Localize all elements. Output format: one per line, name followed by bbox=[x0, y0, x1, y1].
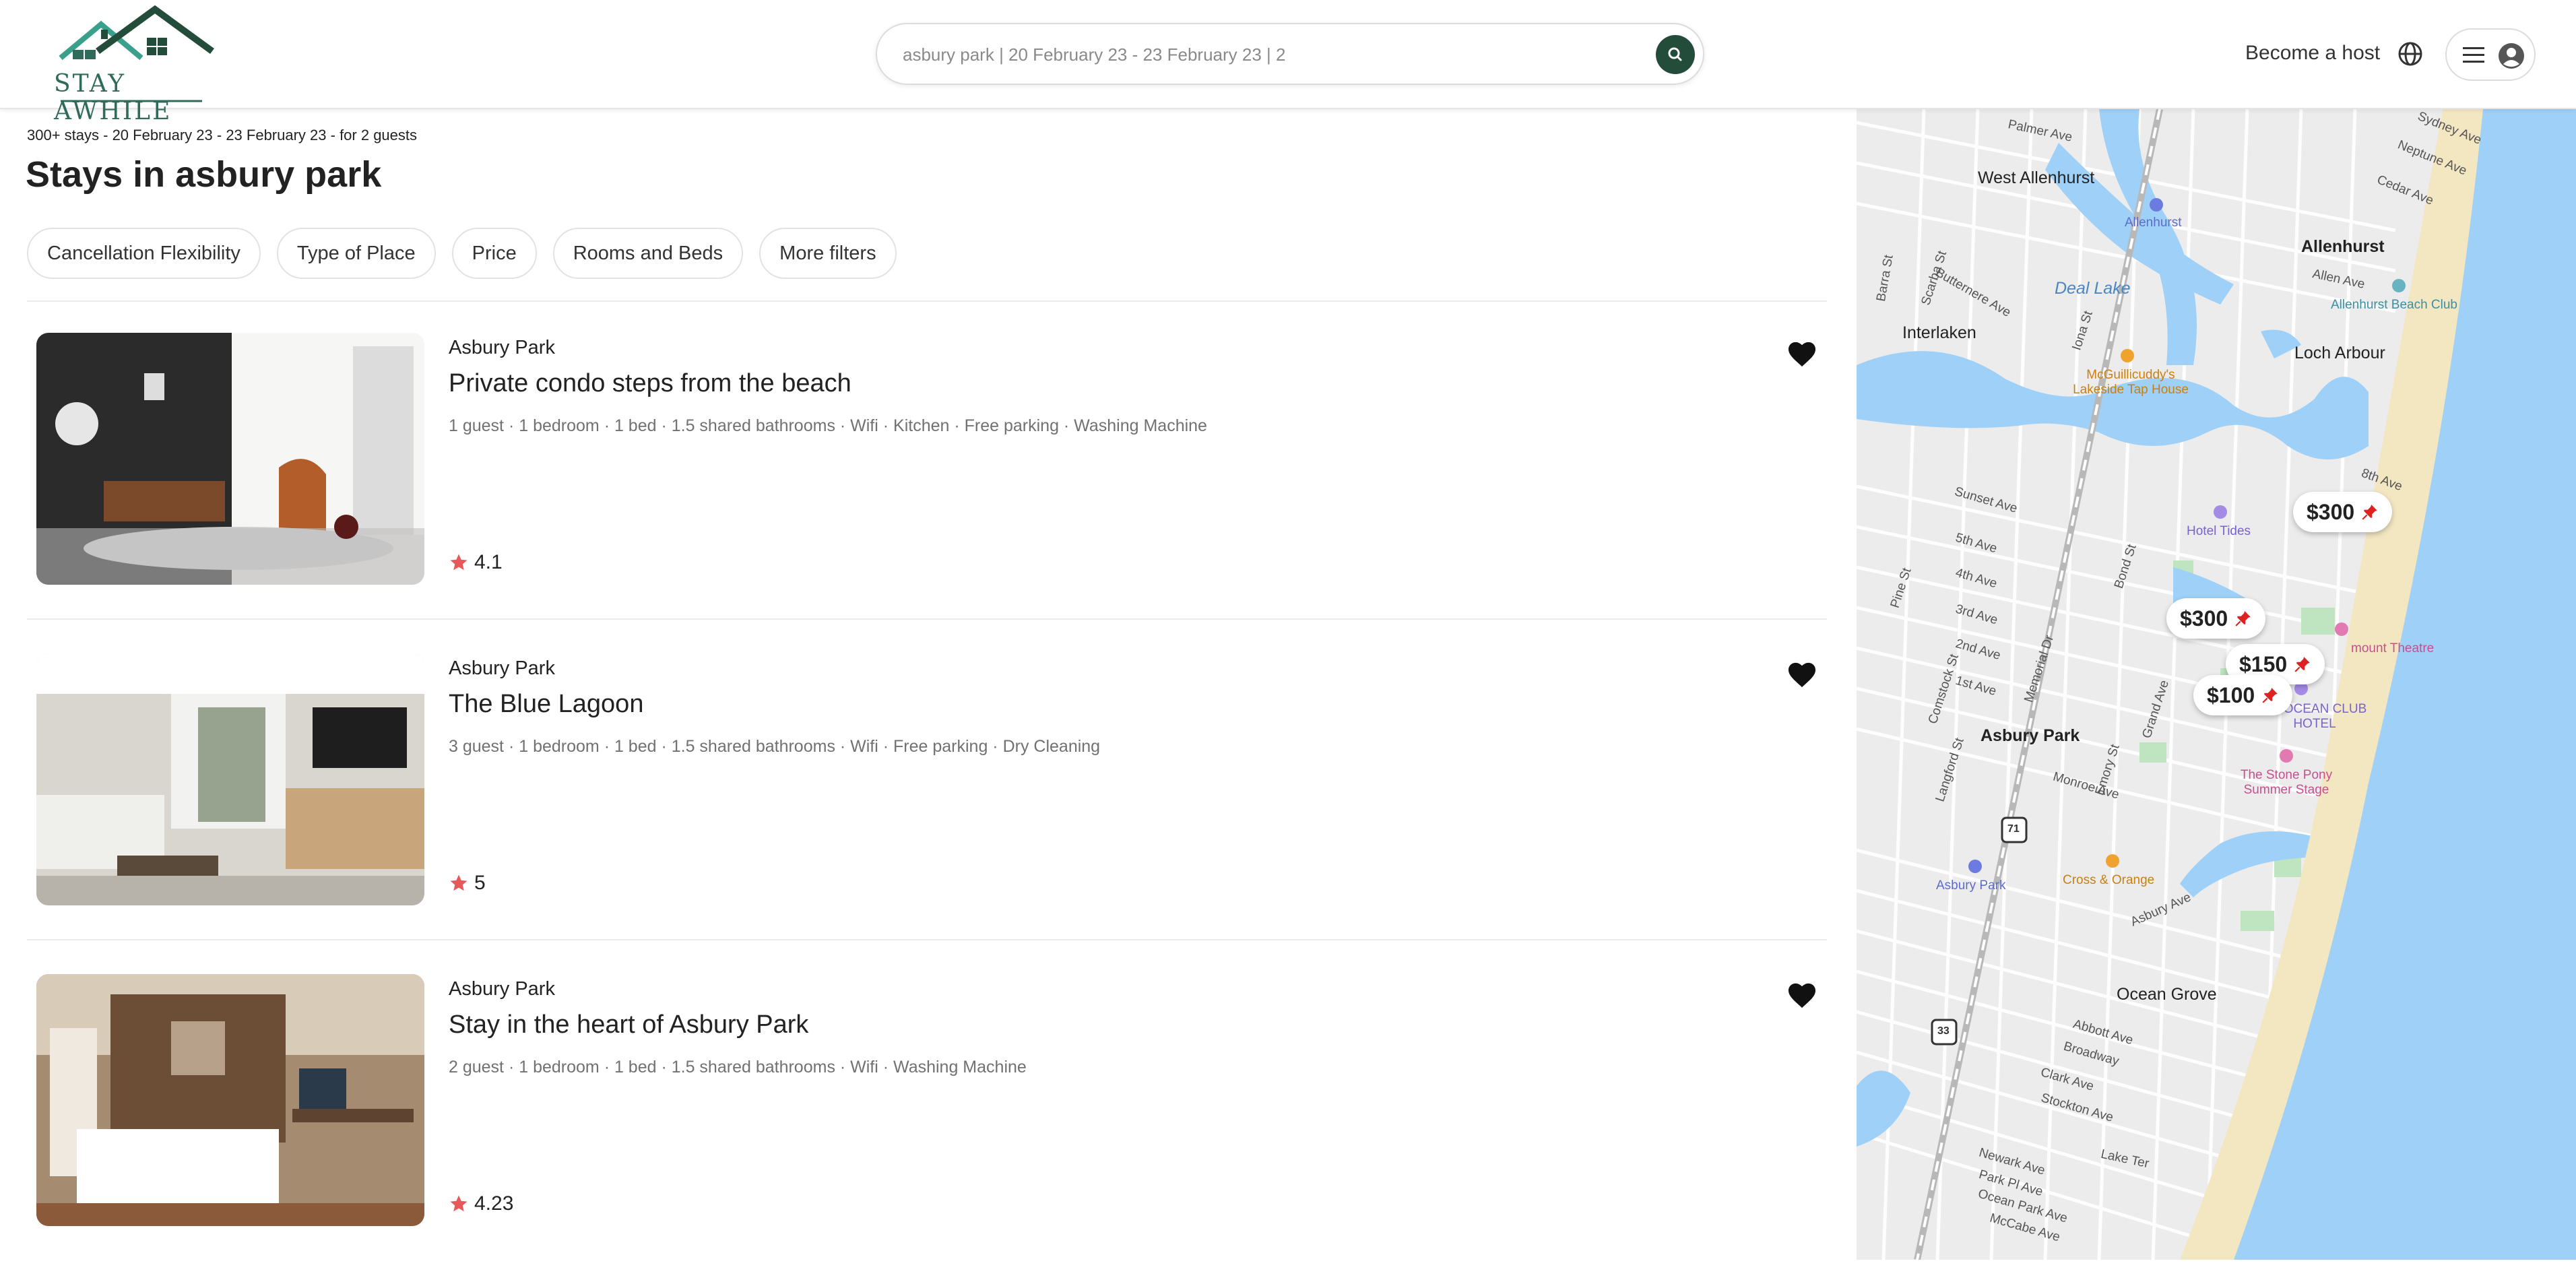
listing-photo[interactable] bbox=[36, 653, 424, 905]
map-poi-label[interactable]: Allenhurst Beach Club bbox=[2331, 298, 2457, 313]
top-header: STAY AWHILE asbury park | 20 February 23… bbox=[0, 0, 2576, 125]
divider bbox=[27, 939, 1827, 940]
living-room-photo bbox=[36, 653, 424, 905]
logo-underline bbox=[61, 100, 202, 102]
user-avatar-icon bbox=[2499, 43, 2524, 69]
favorite-heart-icon[interactable] bbox=[1786, 340, 1817, 368]
hamburger-menu-icon bbox=[2463, 47, 2484, 63]
search-bar[interactable]: asbury park | 20 February 23 - 23 Februa… bbox=[876, 23, 1704, 85]
map-poi-label[interactable]: Allenhurst bbox=[2125, 216, 2182, 230]
search-input[interactable]: asbury park | 20 February 23 - 23 Februa… bbox=[903, 44, 1285, 65]
map-poi-label[interactable]: McGuillicuddy's Lakeside Tap House bbox=[2067, 368, 2195, 397]
filter-rooms-and-beds[interactable]: Rooms and Beds bbox=[552, 228, 744, 279]
map-place-label: Ocean Grove bbox=[2117, 985, 2217, 1004]
star-icon bbox=[450, 554, 468, 571]
filter-cancellation-flexibility[interactable]: Cancellation Flexibility bbox=[27, 228, 261, 279]
stay-awhile-logo[interactable]: STAY AWHILE bbox=[47, 4, 229, 125]
favorite-heart-icon[interactable] bbox=[1786, 981, 1817, 1009]
pushpin-icon bbox=[2235, 611, 2251, 627]
listing-rating: 5 bbox=[449, 872, 486, 895]
star-icon bbox=[450, 1195, 468, 1212]
search-icon bbox=[1668, 47, 1682, 61]
map-panel[interactable]: West Allenhurst Allenhurst Interlaken Lo… bbox=[1857, 109, 2576, 1260]
map-poi-label[interactable]: The Stone Pony Summer Stage bbox=[2226, 768, 2347, 798]
results-panel: 300+ stays - 20 February 23 - 23 Februar… bbox=[0, 109, 1857, 1260]
filter-more-filters[interactable]: More filters bbox=[759, 228, 897, 279]
page-title: Stays in asbury park bbox=[26, 154, 382, 195]
listing-location: Asbury Park bbox=[449, 978, 555, 1000]
divider bbox=[27, 300, 1827, 302]
results-summary: 300+ stays - 20 February 23 - 23 Februar… bbox=[27, 127, 418, 143]
listing-card[interactable]: Asbury Park The Blue Lagoon 3 guest · 1 … bbox=[27, 643, 1827, 963]
listing-rating: 4.23 bbox=[449, 1192, 513, 1215]
filter-type-of-place[interactable]: Type of Place bbox=[276, 228, 436, 279]
pushpin-icon bbox=[2262, 688, 2278, 703]
listing-title[interactable]: Stay in the heart of Asbury Park bbox=[449, 1010, 808, 1039]
star-icon bbox=[450, 874, 468, 891]
listing-title[interactable]: The Blue Lagoon bbox=[449, 690, 643, 719]
map-price-marker[interactable]: $100 bbox=[2193, 675, 2293, 715]
listing-rating: 4.1 bbox=[449, 551, 503, 574]
filter-bar: Cancellation Flexibility Type of Place P… bbox=[27, 228, 897, 279]
globe-icon[interactable] bbox=[2397, 40, 2424, 67]
price-label: $100 bbox=[2207, 682, 2255, 707]
listing-card[interactable]: Asbury Park Stay in the heart of Asbury … bbox=[27, 963, 1827, 1284]
map-place-label: West Allenhurst bbox=[1978, 168, 2095, 187]
route-shield-label: 71 bbox=[2007, 823, 2020, 835]
price-label: $300 bbox=[2180, 606, 2228, 631]
divider bbox=[27, 618, 1827, 620]
map-place-label: Loch Arbour bbox=[2294, 344, 2385, 362]
map-poi-label[interactable]: Asbury Park bbox=[1936, 878, 2005, 893]
rating-value: 5 bbox=[474, 872, 486, 894]
listing-amenities: 2 guest · 1 bedroom · 1 bed · 1.5 shared… bbox=[449, 1058, 1027, 1077]
map-poi-label[interactable]: mount Theatre bbox=[2351, 641, 2434, 656]
listing-amenities: 1 guest · 1 bedroom · 1 bed · 1.5 shared… bbox=[449, 416, 1207, 435]
pushpin-icon bbox=[2362, 505, 2378, 520]
listing-location: Asbury Park bbox=[449, 337, 555, 358]
map-place-label: Allenhurst bbox=[2301, 237, 2385, 256]
filter-price[interactable]: Price bbox=[451, 228, 537, 279]
price-label: $150 bbox=[2239, 651, 2288, 676]
listing-amenities: 3 guest · 1 bedroom · 1 bed · 1.5 shared… bbox=[449, 737, 1101, 756]
listing-title[interactable]: Private condo steps from the beach bbox=[449, 369, 851, 398]
map-poi-label[interactable]: Cross & Orange bbox=[2063, 873, 2154, 888]
map-place-label: Interlaken bbox=[1902, 323, 1976, 342]
map-price-marker[interactable]: $300 bbox=[2166, 598, 2266, 639]
user-menu-button[interactable] bbox=[2445, 28, 2536, 81]
map-poi-label[interactable]: Hotel Tides bbox=[2187, 524, 2251, 539]
become-host-link[interactable]: Become a host bbox=[2245, 42, 2380, 65]
favorite-heart-icon[interactable] bbox=[1786, 660, 1817, 688]
rating-value: 4.23 bbox=[474, 1192, 514, 1215]
route-shield-label: 33 bbox=[1937, 1025, 1950, 1037]
map-price-marker[interactable]: $300 bbox=[2293, 492, 2393, 532]
bedroom-photo bbox=[36, 974, 424, 1226]
listing-photo[interactable] bbox=[36, 333, 424, 585]
price-label: $300 bbox=[2307, 499, 2355, 524]
listing-photo[interactable] bbox=[36, 974, 424, 1226]
rating-value: 4.1 bbox=[474, 551, 503, 573]
listing-card[interactable]: Asbury Park Private condo steps from the… bbox=[27, 322, 1827, 643]
pushpin-icon bbox=[2294, 657, 2311, 672]
listing-location: Asbury Park bbox=[449, 657, 555, 679]
living-room-photo bbox=[36, 333, 424, 585]
houses-logo-icon bbox=[59, 5, 214, 61]
map-water-label: Deal Lake bbox=[2055, 279, 2131, 298]
search-button[interactable] bbox=[1656, 35, 1695, 74]
map-place-label: Asbury Park bbox=[1981, 726, 2080, 745]
logo-text: STAY AWHILE bbox=[54, 70, 172, 125]
